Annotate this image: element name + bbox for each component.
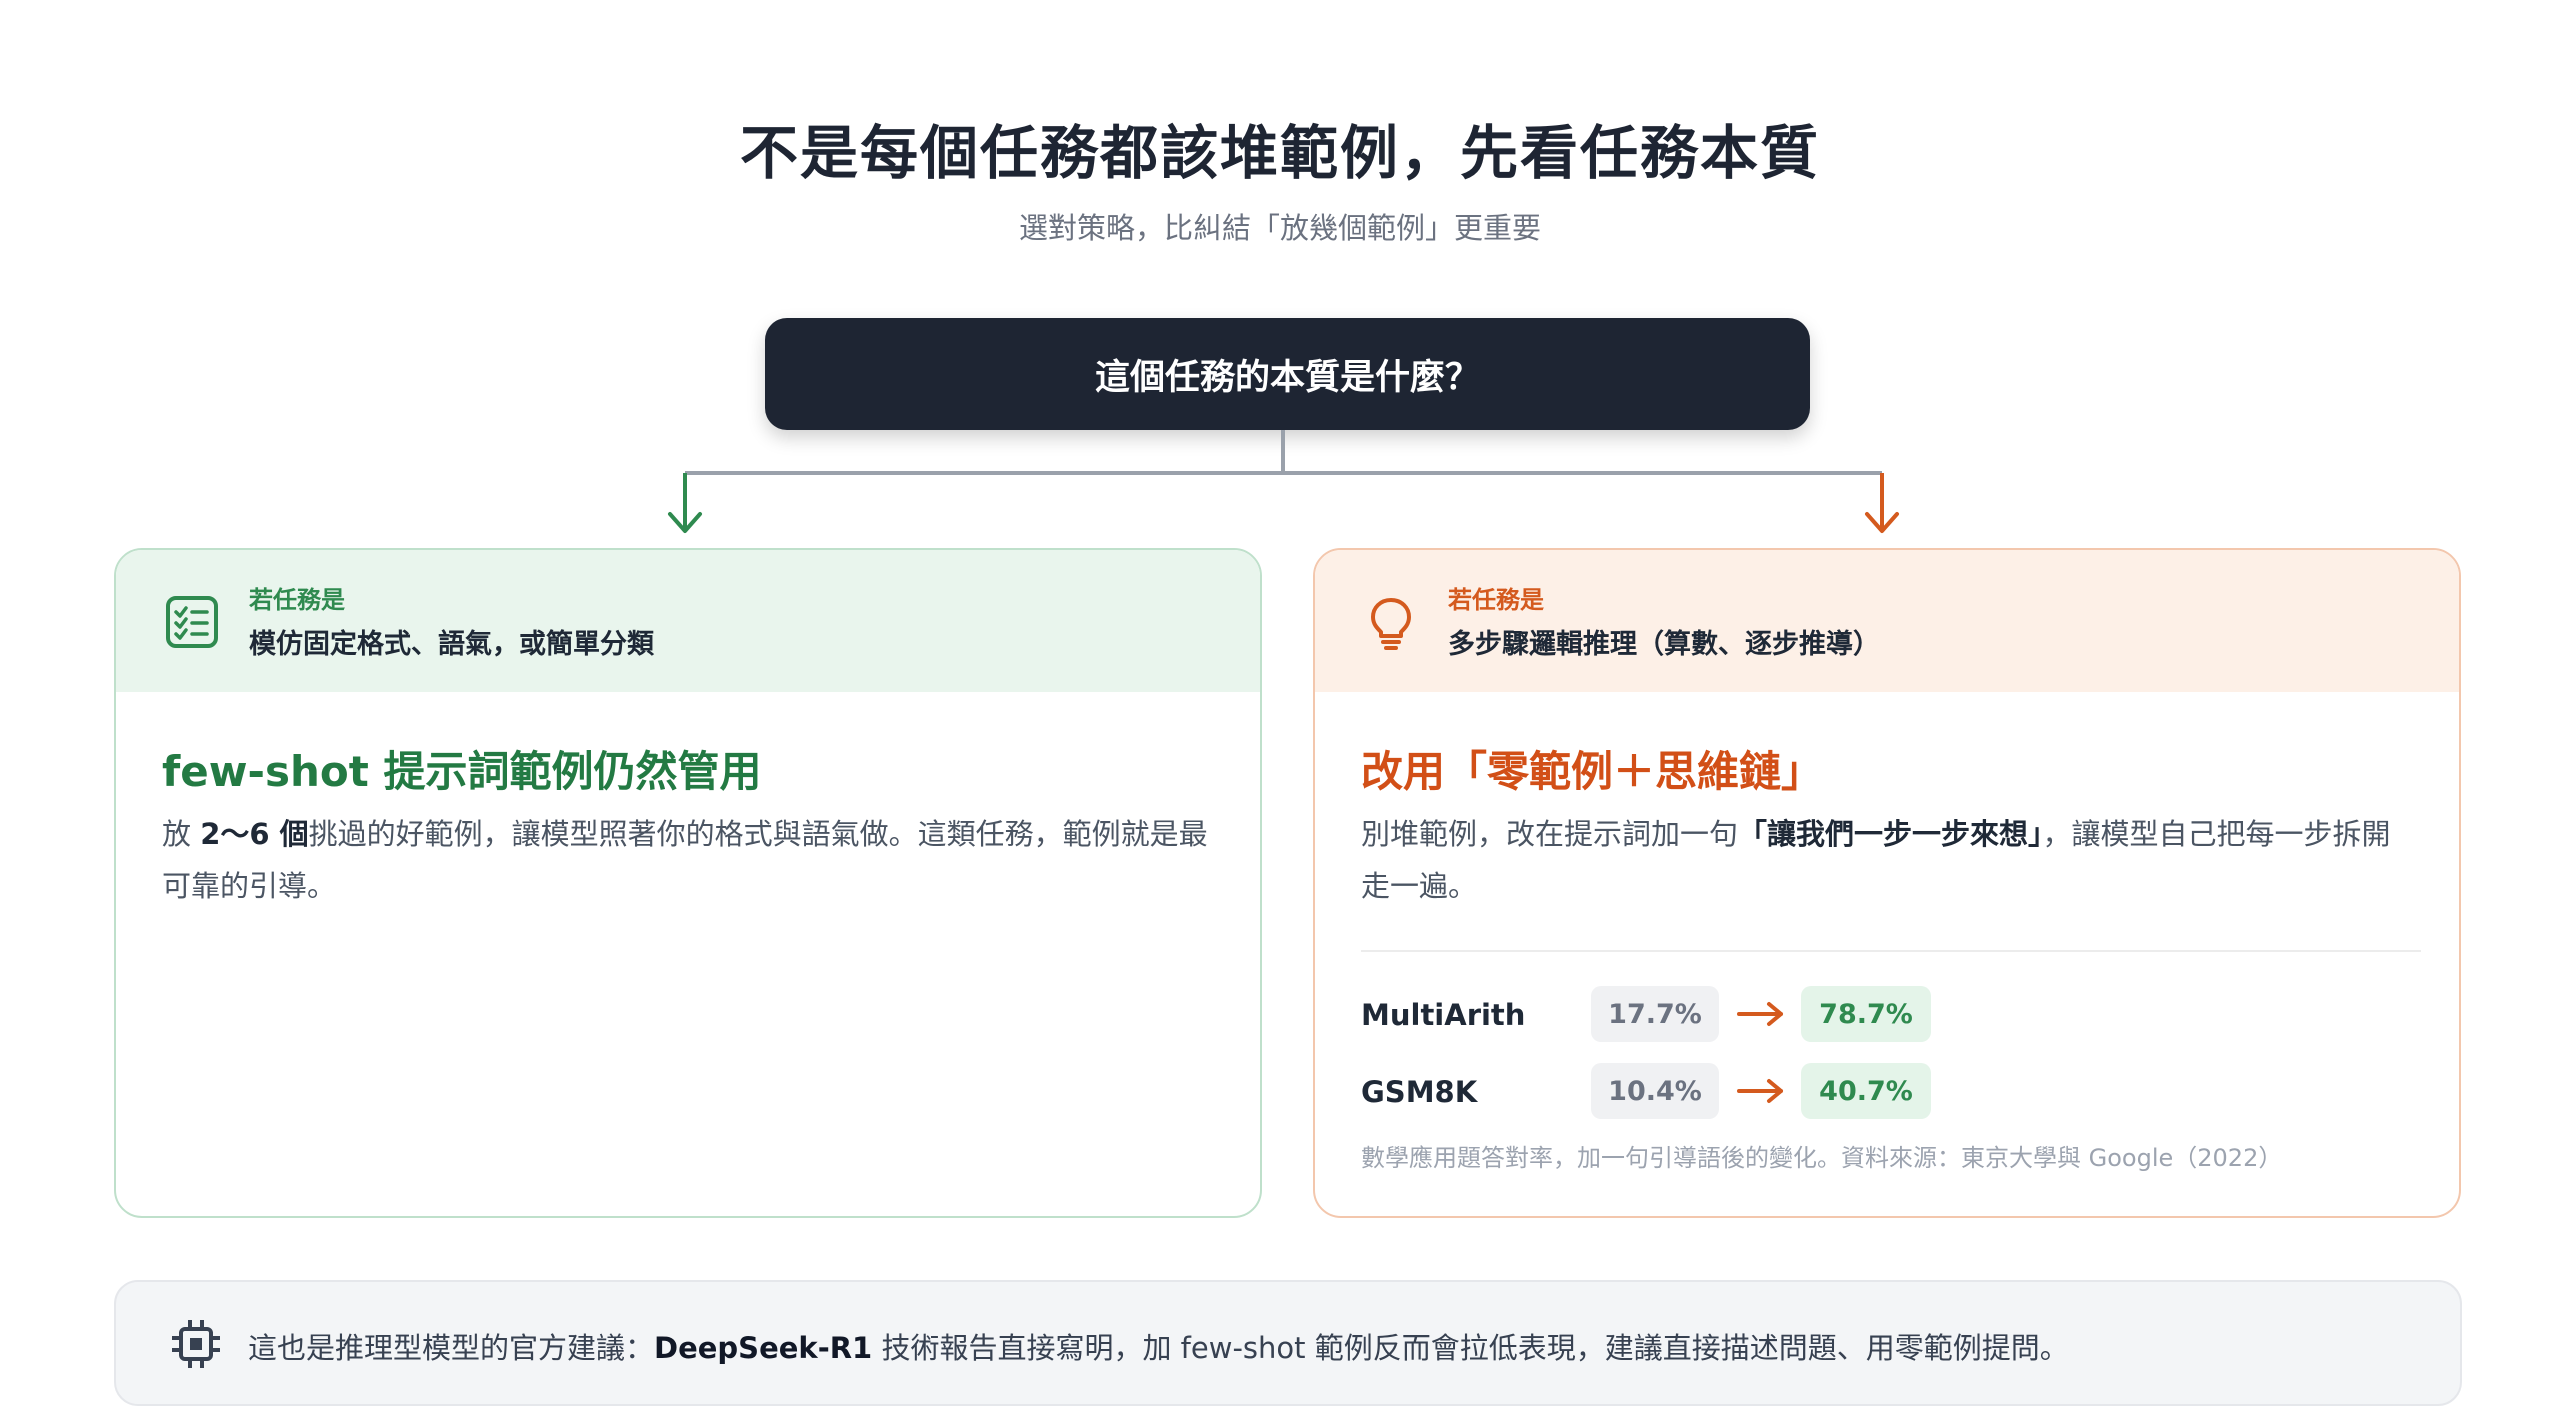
- divider: [1361, 950, 2421, 952]
- card-title: few-shot 提示詞範例仍然管用: [162, 747, 762, 796]
- arrow-right-icon: [1737, 1079, 1783, 1103]
- source-note: 數學應用題答對率，加一句引導語後的變化。資料來源：東京大學與 Google（20…: [1361, 1144, 2283, 1172]
- card-title: 改用「零範例＋思維鏈」: [1361, 747, 1824, 796]
- stat-row-multiarith: MultiArith 17.7% 78.7%: [1361, 986, 2361, 1044]
- card-description: 放 2～6 個挑過的好範例，讓模型照著你的格式與語氣做。這類任務，範例就是最可靠…: [162, 817, 1208, 903]
- footer-note: 這也是推理型模型的官方建議：DeepSeek-R1 技術報告直接寫明，加 few…: [114, 1280, 2462, 1406]
- stat-after: 40.7%: [1801, 1063, 1931, 1119]
- stat-after: 78.7%: [1801, 986, 1931, 1042]
- arrow-right-icon: [1737, 1002, 1783, 1026]
- lightbulb-icon: [1371, 598, 1411, 650]
- card-eyebrow: 若任務是: [249, 586, 345, 614]
- stat-row-gsm8k: GSM8K 10.4% 40.7%: [1361, 1063, 2361, 1121]
- chain-of-thought-card: 若任務是 多步驟邏輯推理（算數、逐步推導） 改用「零範例＋思維鏈」 別堆範例，改…: [1313, 548, 2461, 1218]
- stat-label: GSM8K: [1361, 1075, 1478, 1109]
- card-header: 若任務是 模仿固定格式、語氣，或簡單分類: [116, 550, 1260, 692]
- card-header: 若任務是 多步驟邏輯推理（算數、逐步推導）: [1315, 550, 2459, 692]
- checklist-icon: [166, 596, 218, 648]
- stat-before: 10.4%: [1591, 1063, 1719, 1119]
- few-shot-card: 若任務是 模仿固定格式、語氣，或簡單分類 few-shot 提示詞範例仍然管用 …: [114, 548, 1262, 1218]
- card-condition: 模仿固定格式、語氣，或簡單分類: [249, 629, 654, 660]
- chip-icon: [172, 1320, 220, 1368]
- card-description: 別堆範例，改在提示詞加一句「讓我們一步一步來想」，讓模型自己把每一步拆開走一遍。: [1361, 817, 2391, 903]
- card-condition: 多步驟邏輯推理（算數、逐步推導）: [1448, 629, 1880, 660]
- connector-lines: [668, 430, 1899, 533]
- stat-before: 17.7%: [1591, 986, 1719, 1042]
- stat-label: MultiArith: [1361, 998, 1526, 1032]
- footer-text: 這也是推理型模型的官方建議：DeepSeek-R1 技術報告直接寫明，加 few…: [248, 1331, 2069, 1365]
- card-eyebrow: 若任務是: [1448, 586, 1544, 614]
